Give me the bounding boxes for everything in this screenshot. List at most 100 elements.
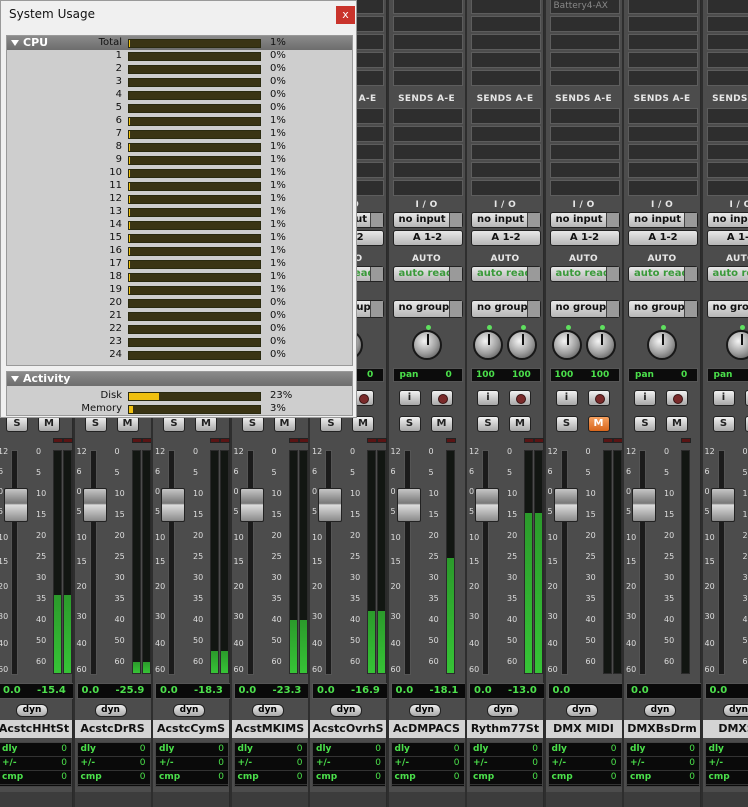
input-monitor-button[interactable]: i [398,390,421,406]
solo-button[interactable]: S [320,416,342,432]
record-enable-button[interactable] [744,390,748,406]
track-name[interactable]: AcDMPACS [388,720,465,738]
volume-fader[interactable] [632,488,656,522]
send-slot[interactable] [628,126,698,142]
send-slot[interactable] [392,144,463,160]
pan-knob[interactable] [725,325,748,360]
input-monitor-button[interactable]: i [555,390,578,406]
send-slot[interactable] [706,144,748,160]
group-selector[interactable]: no group [628,300,698,318]
pan-knob[interactable] [647,325,677,360]
mute-button[interactable]: M [273,416,296,432]
pan-knob[interactable] [411,325,442,360]
mute-button[interactable]: M [195,416,217,432]
output-selector[interactable]: A 1-2 [549,230,620,246]
close-button[interactable]: x [336,6,355,24]
insert-slot[interactable] [628,34,698,50]
send-slot[interactable] [628,144,698,160]
group-selector[interactable]: no group [549,300,620,318]
record-enable-button[interactable] [587,390,610,406]
volume-fader[interactable] [239,488,264,522]
insert-slot[interactable] [706,70,748,86]
track-name[interactable]: AcstMKIMS [231,720,308,738]
solo-button[interactable]: S [6,416,28,432]
automation-mode-selector[interactable]: auto read [628,266,698,282]
automation-mode-selector[interactable]: auto read [706,266,748,282]
send-slot[interactable] [706,162,748,178]
pan-right-knob[interactable] [507,325,537,360]
track-name[interactable]: DMX MIDI [545,720,622,738]
activity-section-toggle[interactable]: Activity [7,372,352,386]
send-slot[interactable] [471,126,541,142]
track-name[interactable]: DMXSn [702,720,748,738]
mute-button[interactable]: M [430,416,453,432]
pan-left-knob[interactable] [551,325,582,360]
insert-slot[interactable] [549,16,620,32]
insert-slot[interactable] [628,16,698,32]
send-slot[interactable] [549,180,620,196]
output-selector[interactable]: A 1-2 [392,230,463,246]
automation-mode-selector[interactable]: auto read [549,266,620,282]
send-slot[interactable] [392,108,463,124]
send-slot[interactable] [549,162,620,178]
insert-slot[interactable] [392,52,463,68]
input-selector[interactable]: no input [471,212,541,228]
insert-slot[interactable] [471,34,541,50]
send-slot[interactable] [392,162,463,178]
solo-button[interactable]: S [84,416,107,432]
volume-fader[interactable] [396,488,421,522]
output-selector[interactable]: A 1-2 [706,230,748,246]
input-selector[interactable]: no input [628,212,698,228]
insert-slot[interactable] [549,34,620,50]
automation-mode-selector[interactable]: auto read [471,266,541,282]
send-slot[interactable] [706,108,748,124]
input-selector[interactable]: no input [706,212,748,228]
input-monitor-button[interactable]: i [477,390,499,406]
send-slot[interactable] [549,144,620,160]
track-name[interactable]: DMXBsDrm [624,720,700,738]
insert-slot[interactable] [471,0,541,14]
send-slot[interactable] [706,180,748,196]
track-name[interactable]: AcstcDrRS [74,720,151,738]
send-slot[interactable] [392,180,463,196]
insert-slot[interactable] [706,16,748,32]
insert-slot[interactable] [471,70,541,86]
track-name[interactable]: Rythm77St [467,720,543,738]
insert-slot[interactable]: Battery4-AX [549,0,620,14]
group-selector[interactable]: no group [392,300,463,318]
dyn-button[interactable]: dyn [94,704,127,717]
insert-slot[interactable] [628,52,698,68]
insert-slot[interactable] [471,52,541,68]
solo-button[interactable]: S [398,416,421,432]
automation-mode-selector[interactable]: auto read [392,266,463,282]
input-monitor-button[interactable]: i [634,390,656,406]
record-enable-button[interactable] [666,390,688,406]
pan-left-knob[interactable] [473,325,503,360]
dyn-button[interactable]: dyn [173,704,205,717]
send-slot[interactable] [471,108,541,124]
send-slot[interactable] [549,108,620,124]
volume-fader[interactable] [82,488,107,522]
track-name[interactable]: AcstcHHtSt [0,720,72,738]
volume-fader[interactable] [161,488,185,522]
send-slot[interactable] [471,144,541,160]
solo-button[interactable]: S [712,416,735,432]
send-slot[interactable] [471,162,541,178]
mute-button[interactable]: M [352,416,374,432]
dyn-button[interactable]: dyn [408,704,441,717]
record-enable-button[interactable] [430,390,453,406]
output-selector[interactable]: A 1-2 [471,230,541,246]
send-slot[interactable] [628,180,698,196]
mute-button[interactable]: M [666,416,688,432]
mute-button[interactable]: M [587,416,610,432]
dyn-button[interactable]: dyn [487,704,519,717]
send-slot[interactable] [628,108,698,124]
insert-slot[interactable] [392,0,463,14]
send-slot[interactable] [549,126,620,142]
group-selector[interactable]: no group [706,300,748,318]
dyn-button[interactable]: dyn [251,704,284,717]
send-slot[interactable] [706,126,748,142]
insert-slot[interactable] [549,70,620,86]
insert-slot[interactable] [706,34,748,50]
mute-button[interactable]: M [509,416,531,432]
